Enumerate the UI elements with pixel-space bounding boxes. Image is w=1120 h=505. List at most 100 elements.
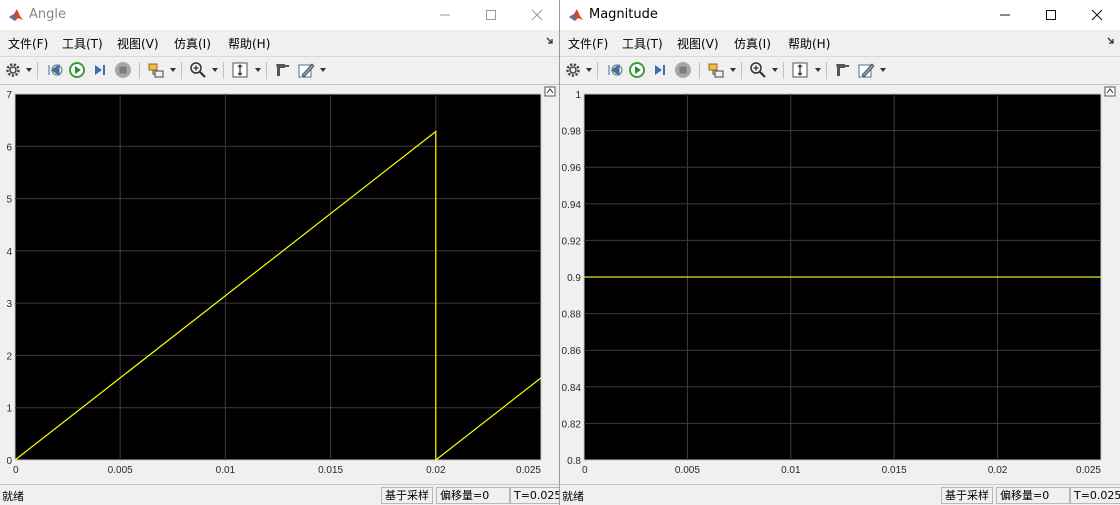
title-bar[interactable]: Angle [0, 0, 559, 30]
toolbar-separator [37, 62, 38, 79]
magnitude-chart[interactable]: 0 0.005 0.01 0.015 0.02 0.025 0.8 0.82 0.84 0.86 0… [560, 85, 1120, 483]
menu-tools[interactable]: 工具(T) [62, 35, 103, 52]
toolbar-separator [597, 62, 598, 79]
maximize-icon [486, 10, 496, 20]
menu-help[interactable]: 帮助(H) [788, 35, 830, 52]
zoom-in-icon[interactable] [749, 61, 767, 79]
step-back-icon[interactable] [605, 61, 623, 79]
maximize-button[interactable] [1028, 0, 1074, 30]
close-icon [1091, 9, 1103, 21]
toolbar [0, 56, 559, 85]
toolbar-separator [741, 62, 742, 79]
maximize-button[interactable] [468, 0, 514, 30]
step-forward-icon[interactable] [91, 61, 109, 79]
measurement-dropdown-arrow[interactable] [320, 68, 326, 72]
menu-help[interactable]: 帮助(H) [228, 35, 270, 52]
toolbar-separator [139, 62, 140, 79]
minimize-icon [440, 14, 450, 16]
highlight-block-icon[interactable] [147, 61, 165, 79]
highlight-block-icon[interactable] [707, 61, 725, 79]
y-tick-label: 0.92 [562, 236, 582, 247]
x-tick-label: 0.005 [108, 465, 133, 476]
zoom-in-icon[interactable] [189, 61, 207, 79]
y-tick-label: 3 [6, 299, 12, 310]
close-icon [531, 9, 543, 21]
status-bar: 就绪 基于采样 偏移量=0 T=0.025 [560, 484, 1120, 505]
y-tick-label: 2 [6, 351, 12, 362]
y-tick-label: 0.82 [562, 419, 582, 430]
window-title: Magnitude [589, 7, 658, 22]
zoom-dropdown-arrow[interactable] [772, 68, 778, 72]
scale-dropdown-arrow[interactable] [255, 68, 261, 72]
run-icon[interactable] [68, 61, 86, 79]
toolbar-separator [783, 62, 784, 79]
run-icon[interactable] [628, 61, 646, 79]
x-tick-label: 0.01 [216, 465, 236, 476]
x-tick-label: 0.02 [988, 465, 1008, 476]
y-tick-label: 0.86 [562, 346, 582, 357]
y-tick-label: 0.84 [562, 383, 582, 394]
x-tick-label: 0.015 [318, 465, 343, 476]
toolbar-separator [223, 62, 224, 79]
style-icon[interactable] [833, 61, 851, 79]
highlight-dropdown-arrow[interactable] [730, 68, 736, 72]
title-bar[interactable]: Magnitude [560, 0, 1120, 30]
menu-file[interactable]: 文件(F) [8, 35, 48, 52]
edit-measurement-icon[interactable] [297, 61, 315, 79]
settings-gear-icon[interactable] [4, 61, 22, 79]
x-tick-label: 0 [13, 465, 19, 476]
undock-arrow-icon[interactable] [1106, 36, 1116, 46]
highlight-dropdown-arrow[interactable] [170, 68, 176, 72]
menu-bar: 文件(F) 工具(T) 视图(V) 仿真(I) 帮助(H) [560, 30, 1120, 54]
x-tick-label: 0 [582, 465, 588, 476]
status-time: T=0.025 [1070, 487, 1120, 504]
stop-icon[interactable] [114, 61, 132, 79]
status-bar: 就绪 基于采样 偏移量=0 T=0.025 [0, 484, 559, 505]
y-tick-label: 0.8 [567, 456, 581, 467]
y-tick-label: 1 [6, 404, 12, 415]
close-button[interactable] [514, 0, 559, 30]
settings-dropdown-arrow[interactable] [26, 68, 32, 72]
scale-y-axis-icon[interactable] [791, 61, 809, 79]
style-icon[interactable] [273, 61, 291, 79]
toolbar [560, 56, 1120, 85]
toolbar-separator [826, 62, 827, 79]
axes-background [14, 93, 542, 461]
step-forward-icon[interactable] [651, 61, 669, 79]
undock-arrow-icon[interactable] [545, 36, 555, 46]
stop-icon[interactable] [674, 61, 692, 79]
angle-chart[interactable]: 0 0.005 0.01 0.015 0.02 0.025 0 1 2 3 4 5 6 7 [0, 85, 559, 483]
menu-file[interactable]: 文件(F) [568, 35, 608, 52]
menu-view[interactable]: 视图(V) [677, 35, 719, 52]
menu-tools[interactable]: 工具(T) [622, 35, 663, 52]
status-offset: 偏移量=0 [436, 487, 510, 504]
y-tick-label: 1 [575, 90, 581, 101]
matlab-logo-icon [569, 9, 583, 21]
y-tick-label: 7 [6, 90, 12, 101]
close-button[interactable] [1074, 0, 1120, 30]
settings-gear-icon[interactable] [564, 61, 582, 79]
scale-y-axis-icon[interactable] [231, 61, 249, 79]
minimize-button[interactable] [982, 0, 1028, 30]
minimize-button[interactable] [422, 0, 468, 30]
step-back-icon[interactable] [45, 61, 63, 79]
status-sample-based: 基于采样 [381, 487, 433, 504]
x-tick-label: 0.015 [882, 465, 907, 476]
maximize-icon [1046, 10, 1056, 20]
settings-dropdown-arrow[interactable] [586, 68, 592, 72]
plot-area: 0 0.005 0.01 0.015 0.02 0.025 0.8 0.82 0.84 0.86 0… [560, 85, 1120, 483]
edit-measurement-icon[interactable] [857, 61, 875, 79]
zoom-dropdown-arrow[interactable] [212, 68, 218, 72]
toolbar-separator [699, 62, 700, 79]
measurement-dropdown-arrow[interactable] [880, 68, 886, 72]
menu-simulation[interactable]: 仿真(I) [174, 35, 211, 52]
plot-area: 0 0.005 0.01 0.015 0.02 0.025 0 1 2 3 4 5 6 7 [0, 85, 559, 483]
menu-view[interactable]: 视图(V) [117, 35, 159, 52]
x-tick-label: 0.005 [675, 465, 700, 476]
scale-dropdown-arrow[interactable] [815, 68, 821, 72]
menu-simulation[interactable]: 仿真(I) [734, 35, 771, 52]
x-tick-label: 0.01 [781, 465, 801, 476]
y-tick-label: 5 [6, 195, 12, 206]
toolbar-separator [181, 62, 182, 79]
status-time: T=0.025 [510, 487, 559, 504]
